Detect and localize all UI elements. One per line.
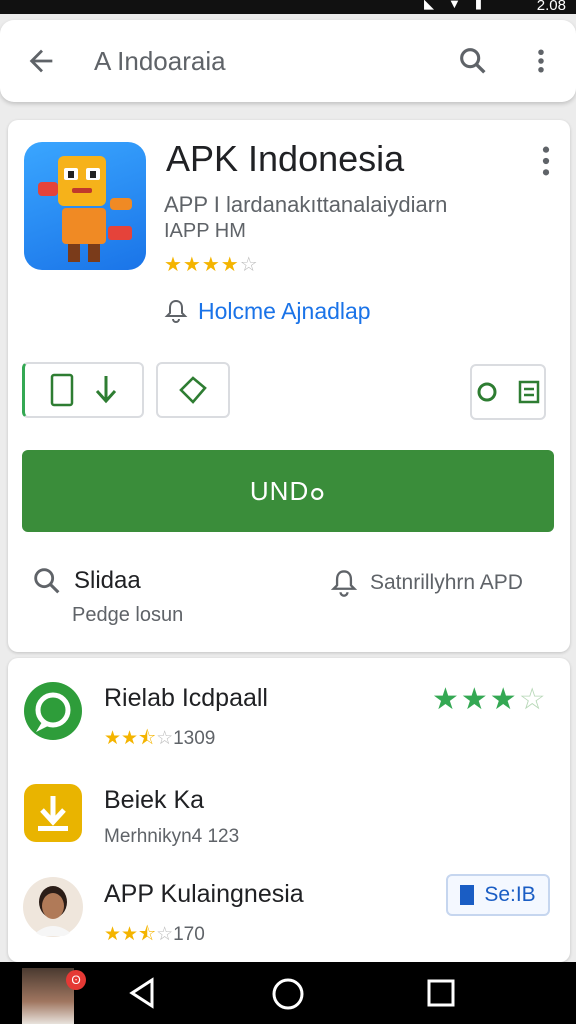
nav-back-icon[interactable]	[126, 976, 158, 1010]
back-arrow-icon[interactable]	[24, 44, 58, 78]
badge-square-icon	[460, 885, 475, 905]
more-vert-icon[interactable]	[536, 144, 556, 178]
list-item-rating: ★★⯪☆170	[104, 924, 205, 945]
search-input[interactable]: A Indoaraia	[94, 46, 226, 77]
search-icon[interactable]	[456, 44, 490, 78]
download-arrow-icon	[95, 376, 116, 404]
app-icon[interactable]	[24, 142, 146, 270]
list-item-title: Rielab Icdpaall	[104, 684, 268, 712]
rating-stars: ★★★☆	[432, 683, 548, 716]
record-icon	[477, 382, 497, 402]
install-button[interactable]: UND๐	[22, 450, 554, 532]
list-item[interactable]: APP Kulaingnesia ★★⯪☆170 Se:IB	[8, 868, 570, 964]
search-bar: A Indoaraia	[0, 20, 576, 102]
download-app-icon	[24, 784, 82, 842]
list-item[interactable]: Beiek Ka Merhnikyn4 123	[8, 774, 570, 870]
app-category: IAPP HM	[164, 220, 246, 242]
search-icon	[34, 568, 60, 594]
tag-icon	[179, 376, 207, 404]
rating-count: 1309	[173, 728, 216, 749]
status-icons: ◣▼▮	[423, 0, 496, 11]
app-title: APK Indonesia	[166, 138, 405, 179]
list-item-rating: ★★⯪☆1309	[104, 728, 216, 749]
badge-label: Se:IB	[484, 883, 536, 906]
list-item-subtitle: Merhnikyn4 123	[104, 826, 240, 847]
notification-badge-icon: ʘ	[66, 970, 86, 990]
status-badge[interactable]: Se:IB	[446, 874, 550, 916]
developer-name: Holcme Ajnadlap	[198, 297, 371, 324]
status-time: 2.08	[536, 0, 566, 14]
app-detail-card: APK Indonesia APP I lardanakıttanalaiydi…	[8, 120, 570, 652]
nav-recents-icon[interactable]	[426, 978, 456, 1008]
bell-icon	[330, 570, 358, 597]
app-subtitle: APP I lardanakıttanalaiydiarn	[164, 192, 448, 217]
avatar-icon	[23, 877, 83, 937]
developer-link[interactable]: Holcme Ajnadlap	[164, 296, 371, 326]
device-download-button[interactable]	[22, 362, 144, 418]
tag-button[interactable]	[156, 362, 230, 418]
rating-stars: ★★★★☆	[164, 254, 259, 276]
info-right[interactable]: Satnrillyhrn APD	[330, 568, 523, 598]
chat-app-icon	[24, 682, 82, 740]
robot-mascot-icon	[38, 156, 132, 262]
info-left[interactable]: Slidaa	[30, 564, 141, 598]
list-icon	[518, 380, 540, 404]
more-vert-icon[interactable]	[526, 44, 556, 78]
nav-home-icon[interactable]	[270, 976, 306, 1012]
bell-icon	[164, 299, 188, 323]
info-right-text: Satnrillyhrn APD	[370, 571, 523, 594]
related-apps-list: Rielab Icdpaall ★★⯪☆1309 ★★★☆ Beiek Ka M…	[8, 658, 570, 962]
list-item-title: Beiek Ka	[104, 786, 205, 814]
system-nav-bar: ʘ	[0, 962, 576, 1024]
status-bar: ◣▼▮ 2.08	[0, 0, 576, 14]
info-left-title: Slidaa	[74, 567, 141, 594]
phone-icon	[50, 373, 73, 407]
info-left-subtitle: Pedge losun	[72, 604, 184, 626]
list-item[interactable]: Rielab Icdpaall ★★⯪☆1309 ★★★☆	[8, 672, 570, 768]
details-button[interactable]	[470, 364, 546, 420]
list-item-title: APP Kulaingnesia	[104, 880, 304, 908]
rating-count: 170	[173, 924, 205, 945]
